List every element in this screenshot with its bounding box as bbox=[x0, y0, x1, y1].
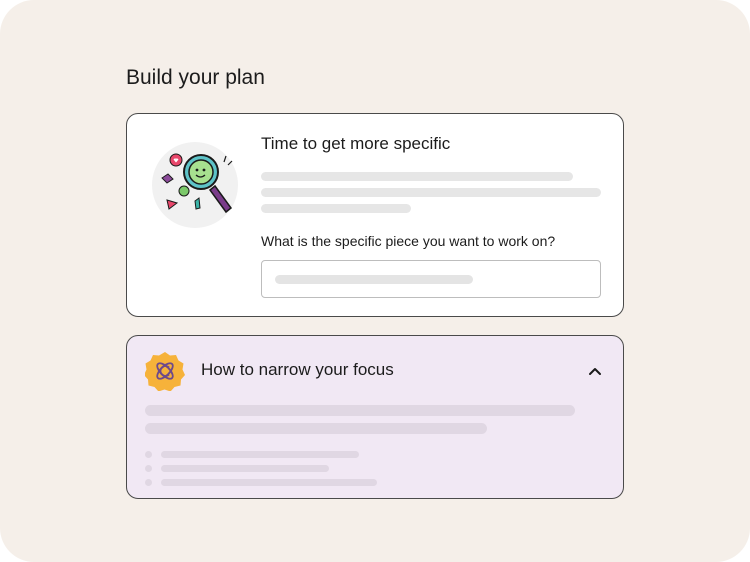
accordion-title: How to narrow your focus bbox=[201, 360, 394, 379]
skeleton-line bbox=[261, 204, 411, 213]
atom-badge-icon bbox=[145, 352, 185, 391]
chevron-up-icon bbox=[589, 368, 601, 375]
question-label: What is the specific piece you want to w… bbox=[261, 233, 556, 249]
bullet bbox=[145, 479, 152, 486]
skeleton-line bbox=[145, 405, 575, 416]
bullet bbox=[145, 465, 152, 472]
card-title: Time to get more specific bbox=[261, 134, 451, 153]
specific-question-card: Time to get more specific What is the sp… bbox=[126, 113, 624, 317]
skeleton-line bbox=[261, 172, 573, 181]
skeleton-list-item bbox=[161, 465, 329, 472]
page-title: Build your plan bbox=[126, 66, 265, 89]
collapse-toggle-button[interactable] bbox=[582, 360, 608, 382]
skeleton-list-item bbox=[161, 479, 377, 486]
narrow-focus-accordion: How to narrow your focus bbox=[126, 335, 624, 499]
skeleton-list-item bbox=[161, 451, 359, 458]
answer-input[interactable] bbox=[261, 260, 601, 298]
page-canvas: Build your plan Time to get more specifi… bbox=[0, 0, 750, 562]
skeleton-line bbox=[145, 423, 487, 434]
skeleton-input-text bbox=[275, 275, 473, 284]
bullet bbox=[145, 451, 152, 458]
skeleton-line bbox=[261, 188, 601, 197]
magnifying-glass-illustration bbox=[152, 142, 238, 228]
